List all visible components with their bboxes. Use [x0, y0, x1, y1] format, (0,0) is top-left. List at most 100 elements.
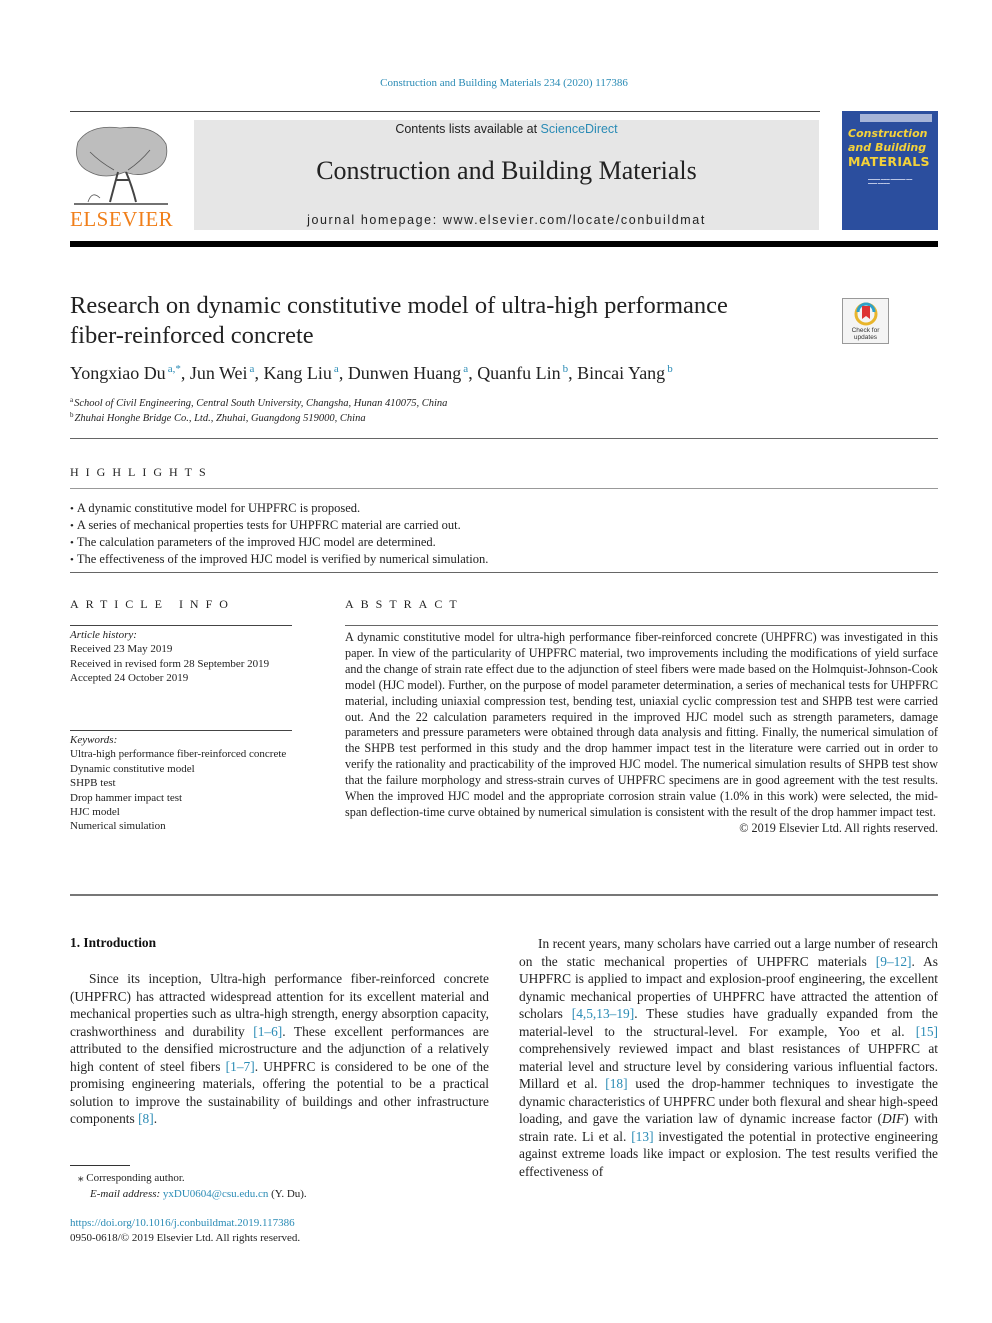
affiliation-a: aSchool of Civil Engineering, Central So… [70, 396, 447, 409]
keyword-item: Numerical simulation [70, 820, 166, 833]
check-for-updates-button[interactable]: Check for updates [842, 298, 889, 344]
highlight-item: A dynamic constitutive model for UHPFRC … [70, 500, 488, 517]
author-name: Yongxiao Du [70, 363, 166, 383]
sciencedirect-link[interactable]: ScienceDirect [541, 122, 618, 136]
abstract-body: A dynamic constitutive model for ultra-h… [345, 630, 938, 837]
affiliation-text: Zhuhai Honghe Bridge Co., Ltd., Zhuhai, … [74, 413, 366, 424]
divider [70, 438, 938, 439]
author-affiliation-mark[interactable]: a [334, 363, 339, 375]
section-heading-introduction: 1. Introduction [70, 935, 157, 950]
cover-title: Construction and Building MATERIALS [848, 127, 930, 169]
elsevier-logo[interactable]: ELSEVIER [70, 122, 174, 232]
affiliation-text: School of Civil Engineering, Central Sou… [74, 398, 448, 409]
contents-prefix: Contents lists available at [395, 122, 541, 136]
keyword-item: Ultra-high performance fiber-reinforced … [70, 748, 287, 761]
text-run: . [153, 1111, 158, 1126]
citation-link[interactable]: [9–12] [876, 954, 912, 969]
cover-subtitle-lines: ▬▬▬▬ ▬▬▬ ▬▬▬▬▬ ▬▬ ▬▬▬ ▬▬▬▬ [868, 177, 913, 185]
history-item: Accepted 24 October 2019 [70, 672, 189, 685]
check-updates-line2: updates [853, 334, 878, 341]
highlights-heading: HIGHLIGHTS [70, 465, 213, 479]
check-updates-line1: Check for [851, 327, 880, 334]
asterisk-mark: ⁎ [78, 1172, 84, 1184]
author-affiliation-mark[interactable]: a [250, 363, 255, 375]
email-link[interactable]: yxDU0604@csu.edu.cn [163, 1188, 268, 1200]
paragraph: Since its inception, Ultra-high performa… [70, 970, 489, 1128]
check-updates-icon [854, 302, 878, 326]
history-item: Received 23 May 2019 [70, 643, 173, 656]
divider [70, 488, 938, 489]
author-name: Bincai Yang [577, 363, 666, 383]
article-info-heading: ARTICLE INFO [70, 597, 235, 611]
keyword-item: HJC model [70, 806, 120, 819]
author-name: Kang Liu [263, 363, 332, 383]
email-note: E-mail address: yxDU0604@csu.edu.cn (Y. … [90, 1187, 307, 1201]
keyword-item: Drop hammer impact test [70, 791, 183, 804]
contents-line: Contents lists available at ScienceDirec… [194, 122, 819, 136]
author-list: Yongxiao Du a,*, Jun Wei a, Kang Liu a, Dun… [70, 363, 673, 383]
elsevier-tree-icon [74, 126, 168, 205]
article-history: Article history: Received 23 May 2019 Re… [70, 628, 292, 686]
corresponding-text: Corresponding author. [86, 1172, 185, 1184]
article-history-label: Article history: [70, 629, 137, 641]
citation-link[interactable]: [13] [631, 1129, 653, 1144]
email-label: E-mail address: [90, 1188, 161, 1200]
author-affiliation-mark[interactable]: b [563, 363, 569, 375]
keyword-item: SHPB test [70, 777, 116, 790]
journal-homepage-link[interactable]: journal homepage: www.elsevier.com/locat… [194, 213, 819, 227]
citation-link[interactable]: [4,5,13–19] [572, 1006, 634, 1021]
cover-title-line2: and Building [848, 141, 927, 154]
highlight-item: The calculation parameters of the improv… [70, 534, 488, 551]
highlight-item: A series of mechanical properties tests … [70, 517, 488, 534]
divider [70, 572, 938, 573]
cover-title-line1: Construction [848, 127, 928, 140]
affiliation-b: bZhuhai Honghe Bridge Co., Ltd., Zhuhai,… [70, 411, 366, 424]
paragraph: In recent years, many scholars have carr… [519, 935, 938, 1180]
divider [345, 625, 938, 626]
citation-link[interactable]: [15] [916, 1024, 938, 1039]
email-suffix: (Y. Du). [268, 1188, 307, 1200]
author[interactable]: Quanfu Lin b [477, 363, 568, 383]
divider [70, 730, 292, 731]
italic-term: DIF [881, 1111, 905, 1126]
author[interactable]: Dunwen Huang a [348, 363, 468, 383]
journal-reference-link[interactable]: Construction and Building Materials 234 … [0, 77, 992, 89]
author[interactable]: Yongxiao Du a,* [70, 363, 181, 383]
citation-link[interactable]: [1–6] [253, 1024, 282, 1039]
abstract-heading: ABSTRACT [345, 597, 464, 611]
author[interactable]: Jun Wei a [190, 363, 255, 383]
article-title-line2: fiber-reinforced concrete [70, 322, 314, 349]
journal-masthead: Contents lists available at ScienceDirec… [194, 120, 819, 230]
author-name: Quanfu Lin [477, 363, 561, 383]
divider [70, 894, 938, 896]
author[interactable]: Bincai Yang b [577, 363, 673, 383]
author-affiliation-mark[interactable]: a [463, 363, 468, 375]
author-affiliation-mark[interactable]: a,* [168, 363, 181, 375]
highlight-item: The effectiveness of the improved HJC mo… [70, 551, 488, 568]
divider [70, 625, 292, 626]
footnote-rule [70, 1165, 130, 1166]
masthead-thick-rule [70, 241, 938, 247]
keyword-item: Dynamic constitutive model [70, 762, 195, 775]
keywords-label: Keywords: [70, 734, 118, 746]
body-column-right: In recent years, many scholars have carr… [519, 935, 938, 1180]
cover-banner [860, 114, 932, 122]
author-name: Dunwen Huang [347, 363, 462, 383]
journal-cover-thumbnail[interactable]: Construction and Building MATERIALS ▬▬▬▬… [842, 111, 938, 230]
author-affiliation-mark[interactable]: b [667, 363, 673, 375]
author[interactable]: Kang Liu a [263, 363, 338, 383]
elsevier-wordmark: ELSEVIER [70, 207, 174, 231]
issn-line: 0950-0618/© 2019 Elsevier Ltd. All right… [70, 1232, 301, 1244]
history-item: Received in revised form 28 September 20… [70, 657, 270, 670]
affiliation-mark: a [70, 396, 74, 404]
author-name: Jun Wei [189, 363, 248, 383]
citation-link[interactable]: [8] [138, 1111, 154, 1126]
citation-link[interactable]: [1–7] [226, 1059, 255, 1074]
check-updates-label: Check for updates [843, 327, 888, 341]
body-column-left: Since its inception, Ultra-high performa… [70, 970, 489, 1128]
doi-link[interactable]: https://doi.org/10.1016/j.conbuildmat.20… [70, 1216, 295, 1230]
cover-title-line3: MATERIALS [848, 154, 930, 169]
article-title: Research on dynamic constitutive model o… [70, 291, 830, 351]
doi-text[interactable]: https://doi.org/10.1016/j.conbuildmat.20… [70, 1217, 295, 1229]
citation-link[interactable]: [18] [605, 1076, 627, 1091]
